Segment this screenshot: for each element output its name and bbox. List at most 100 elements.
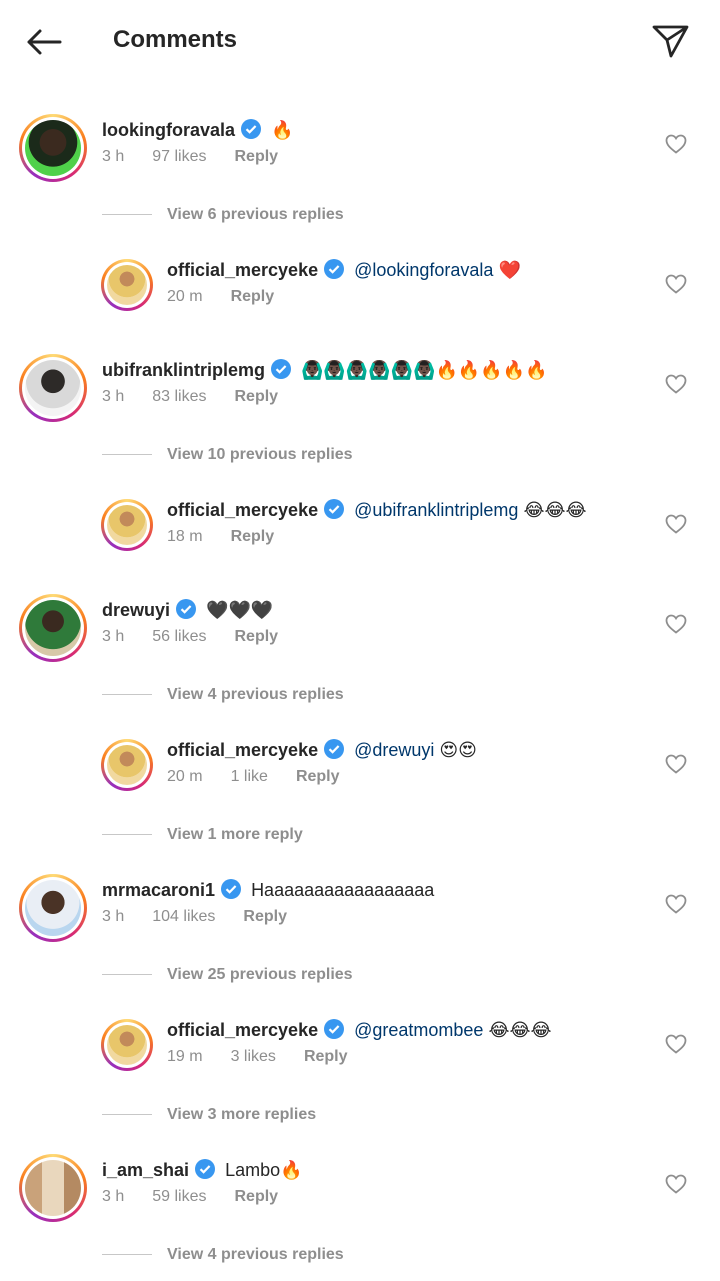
reply-button[interactable]: Reply <box>296 768 340 786</box>
heart-outline-icon[interactable] <box>665 514 687 534</box>
username[interactable]: ubifranklintriplemg <box>102 360 265 380</box>
comment-time: 20 m <box>167 768 203 785</box>
heart-outline-icon[interactable] <box>665 1174 687 1194</box>
reply-comment: official_mercyeke @ubifranklintriplemg 😂😂… <box>0 494 720 594</box>
arrow-left-icon <box>27 29 62 55</box>
comment-time: 3 h <box>102 148 125 165</box>
avatar[interactable] <box>101 499 153 551</box>
comment-text: 😍😍 <box>439 740 477 760</box>
view-replies-label[interactable]: View 4 previous replies <box>167 686 344 703</box>
like-count[interactable]: 83 likes <box>152 388 206 406</box>
like-count[interactable]: 97 likes <box>152 148 206 166</box>
view-replies-label[interactable]: View 10 previous replies <box>167 446 353 463</box>
username[interactable]: official_mercyeke <box>167 500 318 520</box>
comment-text: 🖤🖤🖤 <box>206 600 274 620</box>
comment-time: 19 m <box>167 1048 203 1065</box>
divider <box>102 694 152 696</box>
reply-button[interactable]: Reply <box>243 908 287 926</box>
view-more-replies[interactable]: View 1 more reply <box>102 826 303 850</box>
avatar[interactable] <box>19 874 87 942</box>
username[interactable]: official_mercyeke <box>167 1020 318 1040</box>
view-replies[interactable]: View 4 previous replies <box>102 686 344 710</box>
avatar[interactable] <box>19 1154 87 1222</box>
heart-outline-icon[interactable] <box>665 614 687 634</box>
reply-button[interactable]: Reply <box>235 628 279 646</box>
username[interactable]: official_mercyeke <box>167 260 318 280</box>
verified-badge-icon <box>195 1159 216 1179</box>
like-count[interactable]: 56 likes <box>152 628 206 646</box>
reply-button[interactable]: Reply <box>235 388 279 406</box>
verified-badge-icon <box>324 1019 345 1039</box>
comment-text: 😂😂😂 <box>523 500 587 520</box>
view-replies[interactable]: View 6 previous replies <box>102 206 344 230</box>
mention-link[interactable]: @lookingforavala <box>354 260 493 280</box>
verified-badge-icon <box>241 119 262 139</box>
verified-badge-icon <box>324 259 345 279</box>
comment-time: 3 h <box>102 1188 125 1205</box>
view-more-replies[interactable]: View 3 more replies <box>102 1106 316 1130</box>
view-replies-label[interactable]: View 25 previous replies <box>167 966 353 983</box>
view-replies-label[interactable]: View 1 more reply <box>167 826 303 843</box>
paper-plane-icon <box>652 25 689 58</box>
username[interactable]: lookingforavala <box>102 120 235 140</box>
username[interactable]: drewuyi <box>102 600 170 620</box>
divider <box>102 214 152 216</box>
username[interactable]: i_am_shai <box>102 1160 189 1180</box>
avatar[interactable] <box>101 1019 153 1071</box>
comment-time: 3 h <box>102 388 125 405</box>
heart-outline-icon[interactable] <box>665 1034 687 1054</box>
reply-button[interactable]: Reply <box>231 288 275 306</box>
reply-button[interactable]: Reply <box>235 148 279 166</box>
avatar[interactable] <box>19 594 87 662</box>
view-replies-label[interactable]: View 6 previous replies <box>167 206 344 223</box>
like-count[interactable]: 59 likes <box>152 1188 206 1206</box>
verified-badge-icon <box>324 739 345 759</box>
reply-button[interactable]: Reply <box>231 528 275 546</box>
comment-text: 😂😂😂 <box>488 1020 552 1040</box>
username[interactable]: official_mercyeke <box>167 740 318 760</box>
avatar[interactable] <box>101 259 153 311</box>
comment-time: 18 m <box>167 528 203 545</box>
heart-outline-icon[interactable] <box>665 374 687 394</box>
view-replies-label[interactable]: View 4 previous replies <box>167 1246 344 1263</box>
heart-outline-icon[interactable] <box>665 754 687 774</box>
divider <box>102 974 152 976</box>
divider <box>102 1114 152 1116</box>
avatar[interactable] <box>19 114 87 182</box>
view-replies[interactable]: View 25 previous replies <box>102 966 353 990</box>
view-replies[interactable]: View 10 previous replies <box>102 446 353 470</box>
comment-time: 20 m <box>167 288 203 305</box>
comment-text: 🔥 <box>271 120 294 140</box>
share-button[interactable] <box>648 18 692 62</box>
reply-button[interactable]: Reply <box>304 1048 348 1066</box>
verified-badge-icon <box>176 599 197 619</box>
page-title: Comments <box>113 26 238 53</box>
comment-text: 🙆🏿‍♂️🙆🏿‍♂️🙆🏿‍♂️🙆🏿‍♂️🙆🏿‍♂️🙆🏿‍♂️🔥🔥🔥🔥🔥 <box>301 360 548 380</box>
divider <box>102 1254 152 1256</box>
comment-text: Lambo🔥 <box>225 1160 303 1180</box>
like-count[interactable]: 3 likes <box>231 1048 276 1066</box>
like-count[interactable]: 104 likes <box>152 908 215 926</box>
view-replies-label[interactable]: View 3 more replies <box>167 1106 316 1123</box>
avatar[interactable] <box>19 354 87 422</box>
header-bar: Comments <box>0 0 720 84</box>
back-button[interactable] <box>22 22 66 62</box>
like-count[interactable]: 1 like <box>231 768 268 786</box>
mention-link[interactable]: @drewuyi <box>354 740 434 760</box>
username[interactable]: mrmacaroni1 <box>102 880 215 900</box>
comment-time: 3 h <box>102 628 125 645</box>
mention-link[interactable]: @greatmombee <box>354 1020 483 1040</box>
verified-badge-icon <box>221 879 242 899</box>
reply-comment: official_mercyeke @lookingforavala ❤️ 20 … <box>0 254 720 354</box>
reply-button[interactable]: Reply <box>235 1188 279 1206</box>
mention-link[interactable]: @ubifranklintriplemg <box>354 500 518 520</box>
heart-outline-icon[interactable] <box>665 894 687 914</box>
comment-text: ❤️ <box>498 260 521 280</box>
divider <box>102 454 152 456</box>
reply-comment: official_mercyeke @greatmombee 😂😂😂 19 m 3 … <box>0 1014 720 1114</box>
heart-outline-icon[interactable] <box>665 134 687 154</box>
avatar[interactable] <box>101 739 153 791</box>
view-replies[interactable]: View 4 previous replies <box>102 1246 344 1270</box>
heart-outline-icon[interactable] <box>665 274 687 294</box>
comment-time: 3 h <box>102 908 125 925</box>
